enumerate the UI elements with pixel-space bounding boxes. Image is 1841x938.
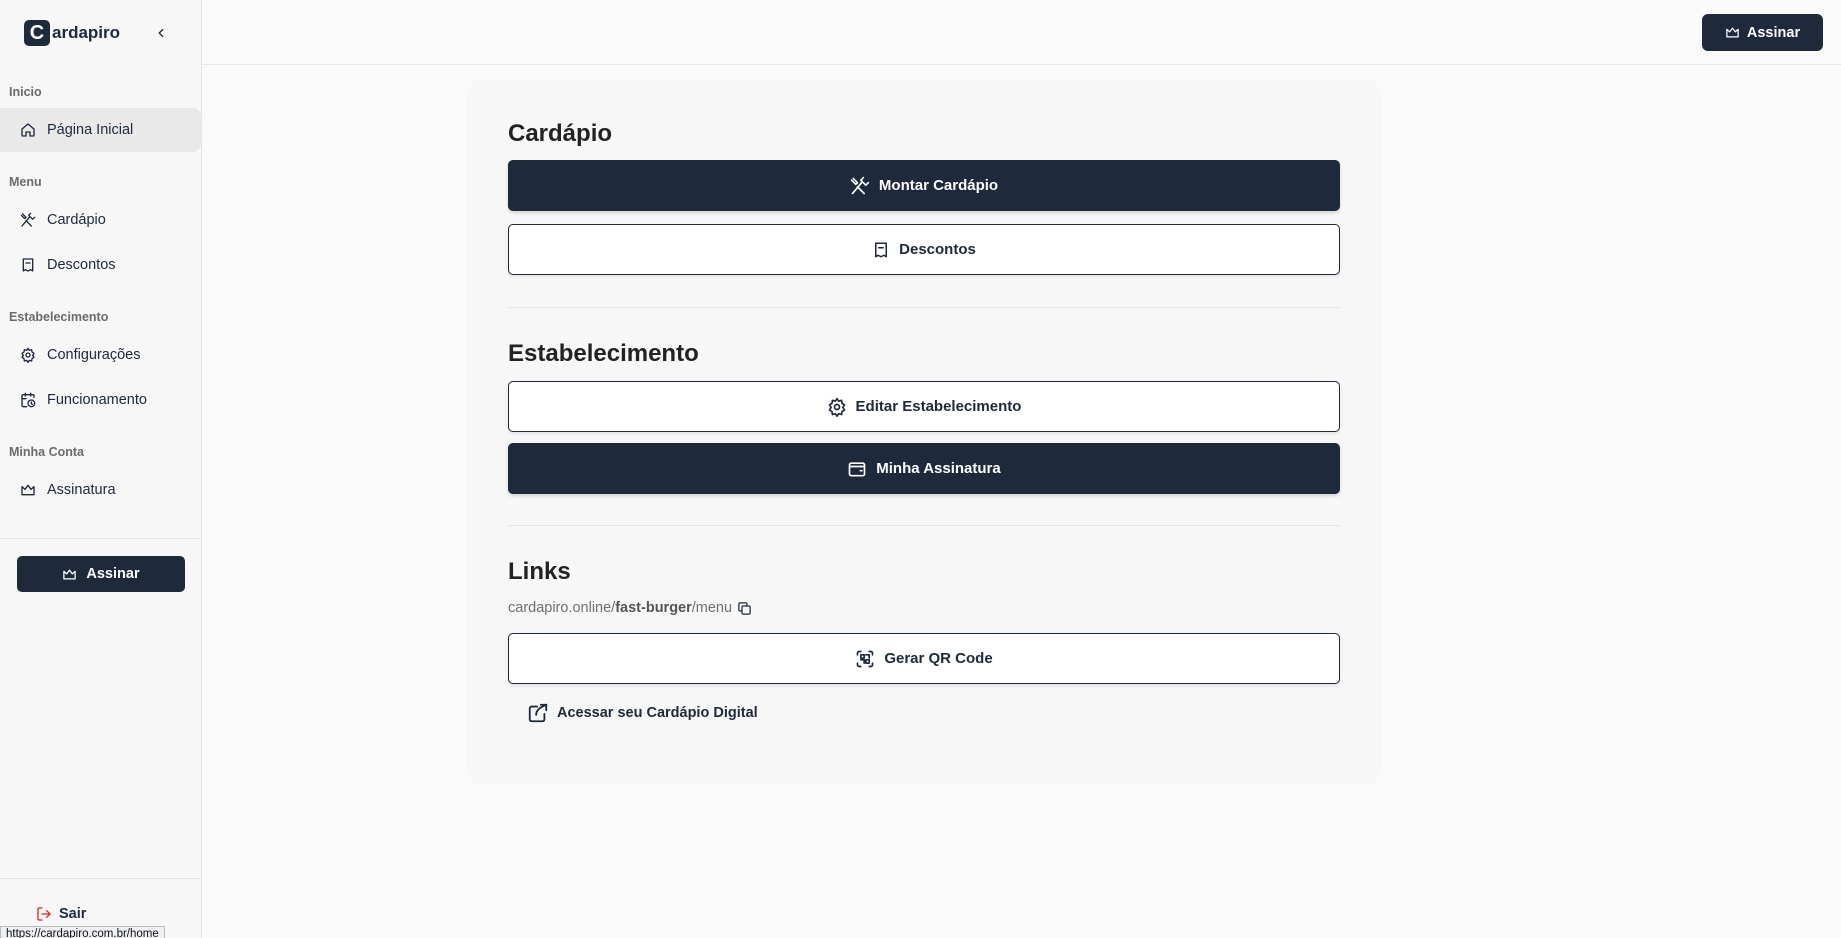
wallet-icon (847, 459, 867, 479)
access-digital-menu-link[interactable]: Acessar seu Cardápio Digital (527, 702, 758, 724)
generate-qr-label: Gerar QR Code (884, 650, 993, 667)
topbar: Assinar (202, 0, 1841, 65)
utensils-crossed-icon (850, 176, 870, 196)
my-subscription-button[interactable]: Minha Assinatura (508, 443, 1340, 494)
sidebar-subscribe-button[interactable]: Assinar (17, 556, 185, 592)
access-digital-menu-label: Acessar seu Cardápio Digital (557, 705, 758, 721)
generate-qr-button[interactable]: Gerar QR Code (508, 633, 1340, 684)
sidebar-item-assinatura[interactable]: Assinatura (0, 468, 201, 512)
brand-logo[interactable]: C ardapiro (24, 20, 120, 46)
menu-url: cardapiro.online/ fast-burger /menu (508, 600, 752, 616)
topbar-subscribe-button[interactable]: Assinar (1702, 14, 1823, 51)
sidebar-item-label: Descontos (47, 257, 116, 273)
section-label-inicio: Inicio (9, 85, 42, 99)
external-link-icon (527, 702, 549, 724)
sidebar-item-label: Funcionamento (47, 392, 147, 408)
gear-icon (20, 347, 36, 363)
sidebar-item-cardapio[interactable]: Cardápio (0, 198, 201, 242)
ticket-icon (872, 241, 890, 259)
edit-establishment-button[interactable]: Editar Estabelecimento (508, 381, 1340, 432)
sidebar-item-label: Configurações (47, 347, 141, 363)
sidebar-subscribe-label: Assinar (86, 566, 140, 582)
sidebar-divider-bottom (0, 878, 201, 879)
sidebar-item-funcionamento[interactable]: Funcionamento (0, 378, 201, 422)
topbar-subscribe-label: Assinar (1746, 24, 1801, 41)
discounts-label: Descontos (899, 241, 976, 258)
sidebar-item-descontos[interactable]: Descontos (0, 243, 201, 287)
chevron-left-icon (158, 28, 164, 38)
gear-icon (827, 397, 847, 417)
my-subscription-label: Minha Assinatura (876, 460, 1001, 477)
build-menu-label: Montar Cardápio (878, 177, 999, 194)
logout-icon (36, 906, 52, 922)
dashboard-card: Cardápio Montar Cardápio Descontos Estab… (468, 80, 1380, 782)
browser-status-url: https://cardapiro.com.br/home (0, 926, 165, 938)
build-menu-button[interactable]: Montar Cardápio (508, 160, 1340, 211)
discounts-button[interactable]: Descontos (508, 224, 1340, 275)
sidebar-item-home[interactable]: Página Inicial (0, 108, 201, 152)
brand-mark: C (24, 20, 50, 46)
sidebar-item-configuracoes[interactable]: Configurações (0, 333, 201, 377)
calendar-clock-icon (20, 392, 36, 408)
menu-section-title: Cardápio (508, 120, 613, 147)
crown-icon (1725, 25, 1740, 40)
logout-label: Sair (59, 906, 87, 922)
sidebar-divider (0, 538, 201, 539)
logout-button[interactable]: Sair (36, 906, 86, 922)
collapse-sidebar-button[interactable] (148, 20, 174, 46)
links-section-title: Links (508, 558, 571, 585)
section-divider (508, 525, 1340, 526)
crown-icon (62, 567, 77, 582)
brand-name: ardapiro (52, 23, 121, 42)
edit-establishment-label: Editar Estabelecimento (855, 398, 1022, 415)
sidebar-item-label: Cardápio (47, 212, 106, 228)
sidebar: C ardapiro Inicio Página Inicial Menu Ca… (0, 0, 202, 938)
section-label-estabelecimento: Estabelecimento (9, 310, 109, 324)
menu-url-suffix: /menu (691, 600, 733, 616)
home-icon (20, 122, 36, 138)
section-divider (508, 307, 1340, 308)
utensils-crossed-icon (20, 212, 36, 228)
sidebar-item-label: Página Inicial (47, 122, 134, 138)
sidebar-item-label: Assinatura (47, 482, 116, 498)
menu-url-slug: fast-burger (615, 600, 692, 616)
crown-icon (20, 482, 36, 498)
section-label-minha-conta: Minha Conta (9, 445, 84, 459)
establishment-section-title: Estabelecimento (508, 340, 699, 367)
menu-url-prefix: cardapiro.online/ (508, 600, 616, 616)
qr-code-icon (855, 649, 875, 669)
ticket-icon (20, 257, 36, 273)
copy-icon[interactable] (737, 601, 752, 616)
section-label-menu: Menu (9, 175, 42, 189)
